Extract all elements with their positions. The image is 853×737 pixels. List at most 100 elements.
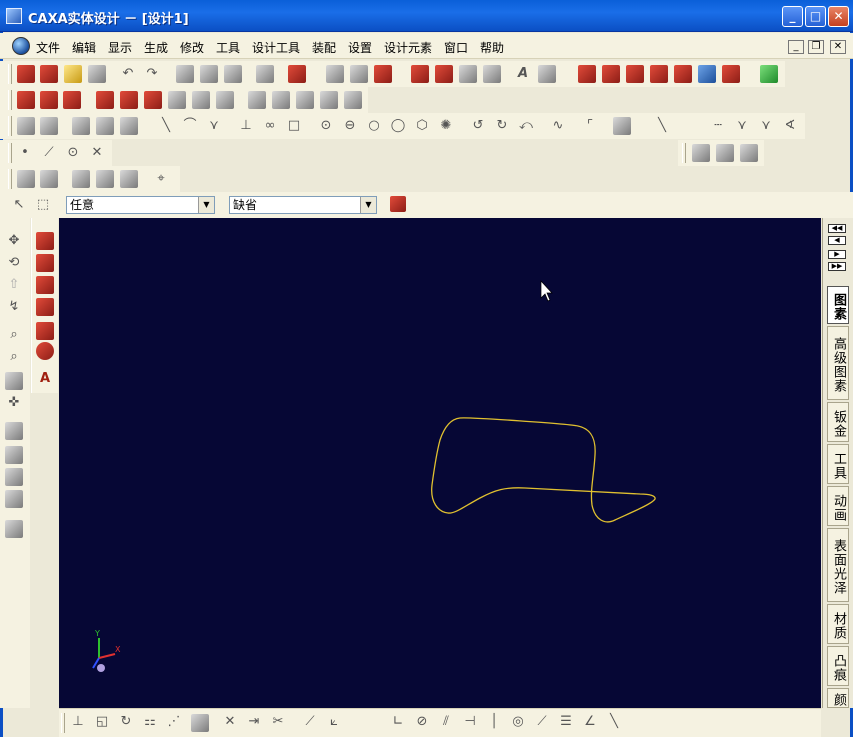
smart-render-icon[interactable] [374,65,392,83]
solid-icon[interactable] [344,91,362,109]
circle-tangent-icon[interactable]: ✺ [437,117,455,135]
construction-line-icon[interactable]: ╲ [653,117,671,135]
mdi-restore-button[interactable]: ❐ [808,40,824,54]
menu-generate[interactable]: 生成 [144,39,168,56]
offset-sketch-icon[interactable]: ⋰ [165,713,183,731]
menu-window[interactable]: 窗口 [444,39,468,56]
layer-dropdown[interactable]: 缺省 ▼ [229,196,377,214]
sheet-metal-icon[interactable] [578,65,596,83]
chevron-down-icon[interactable]: ▼ [198,197,214,213]
angle-line-icon[interactable]: ∢ [781,117,799,135]
angle-dimension-icon[interactable]: ⟀ [325,713,343,731]
project-icon[interactable] [613,117,631,135]
app-icon[interactable] [6,8,22,24]
iso-view-icon[interactable] [120,170,138,188]
copy-icon[interactable] [200,65,218,83]
snap-off-icon[interactable]: ⌖ [152,170,170,188]
tangent-constraint-icon[interactable]: ⊘ [413,713,431,731]
mdi-minimize-button[interactable]: _ [788,40,804,54]
mdi-close-button[interactable]: ✕ [830,40,846,54]
text-edit-icon[interactable]: A [36,370,54,388]
perpendicular-constraint-icon[interactable]: ∟ [389,713,407,731]
trim-icon[interactable]: ✕ [221,713,239,731]
boolean-subtract-icon[interactable] [272,91,290,109]
menu-assembly[interactable]: 装配 [312,39,336,56]
paste-icon[interactable] [224,65,242,83]
table-view-icon[interactable] [716,144,734,162]
save-icon[interactable] [88,65,106,83]
extend-icon[interactable]: ⇥ [245,713,263,731]
show-constraints-icon[interactable]: ⊥ [69,713,87,731]
mirror-icon[interactable]: ⚏ [141,713,159,731]
toolbar-grip[interactable] [8,116,12,136]
maximize-button[interactable]: □ [805,6,826,27]
select-icon[interactable]: ⬚ [34,196,52,214]
toolbar-grip[interactable] [8,169,12,189]
boolean-union-icon[interactable] [248,91,266,109]
menu-edit[interactable]: 编辑 [72,39,96,56]
selection-filter-dropdown[interactable]: 任意 ▼ [66,196,215,214]
arc-center-icon[interactable]: ↻ [493,117,511,135]
minimize-button[interactable]: _ [782,6,803,27]
hierarchy-icon[interactable] [390,196,406,212]
zoom-window-icon[interactable]: ⌕ [5,348,23,366]
vertical-constraint-icon[interactable]: │ [485,713,503,731]
dimension-icon[interactable]: ⟋ [301,713,319,731]
tab-primitives[interactable]: 图素 [827,286,849,324]
save-view-icon[interactable] [5,468,23,486]
design-canvas[interactable]: Y X [59,218,821,708]
design-viewport[interactable]: Y X [59,218,821,708]
corner-icon[interactable] [698,65,716,83]
menu-help[interactable]: 帮助 [480,39,504,56]
camera-icon[interactable] [5,422,23,440]
smart-snap-icon[interactable] [760,65,778,83]
separate-icon[interactable] [320,91,338,109]
grid-view-icon[interactable] [692,144,710,162]
rotate-icon[interactable] [435,65,453,83]
side-view-icon[interactable] [96,170,114,188]
move-face-icon[interactable] [36,276,54,294]
new-drawing-icon[interactable] [40,65,58,83]
measure-icon[interactable] [5,520,23,538]
bspline-icon[interactable]: ∿ [549,117,567,135]
tab-colors[interactable]: 颜 [827,688,849,708]
show-all-icon[interactable] [256,65,274,83]
tangent-line-icon[interactable]: ⋎ [733,117,751,135]
blend-icon[interactable] [36,322,54,340]
tab-advanced-primitives[interactable]: 高级图素 [827,326,849,400]
menu-design-tools[interactable]: 设计工具 [252,39,300,56]
menu-design-elements[interactable]: 设计元素 [384,39,432,56]
lock-icon[interactable] [5,446,23,464]
rotate-sketch-icon[interactable]: ↻ [117,713,135,731]
bend-icon[interactable] [602,65,620,83]
tab-bumps[interactable]: 凸痕 [827,646,849,686]
fix-icon[interactable]: ◱ [93,713,111,731]
shell-icon[interactable] [17,91,35,109]
circle-3pt-icon[interactable]: ○ [365,117,383,135]
colinear-constraint-icon[interactable]: ╲ [605,713,623,731]
tab-animation[interactable]: 动画 [827,486,849,526]
redo-icon[interactable]: ↷ [143,65,161,83]
refold-icon[interactable] [674,65,692,83]
toolbar-grip[interactable] [8,64,12,84]
cut-icon[interactable] [176,65,194,83]
draft-icon[interactable] [168,91,186,109]
menu-settings[interactable]: 设置 [348,39,372,56]
select-edge-icon[interactable] [36,254,54,272]
rotate-face-icon[interactable] [36,298,54,316]
center-point-icon[interactable]: ⊙ [64,144,82,162]
perpendicular-line-icon[interactable]: ⋎ [757,117,775,135]
walk-icon[interactable]: ⇧ [5,276,23,294]
ellipse-icon[interactable]: ◯ [389,117,407,135]
reverse-view-icon[interactable] [17,170,35,188]
toolbar-grip[interactable] [8,90,12,110]
tab-tools[interactable]: 工具 [827,444,849,484]
intersection-icon[interactable]: ✕ [88,144,106,162]
unfold-icon[interactable] [650,65,668,83]
offset-icon[interactable] [216,91,234,109]
coincident-constraint-icon[interactable]: ⟋ [533,713,551,731]
last-page-icon[interactable]: ▶▶ [828,262,846,271]
cut-sheet-icon[interactable] [722,65,740,83]
break-icon[interactable]: ✂ [269,713,287,731]
equal-constraint-icon[interactable]: ☰ [557,713,575,731]
